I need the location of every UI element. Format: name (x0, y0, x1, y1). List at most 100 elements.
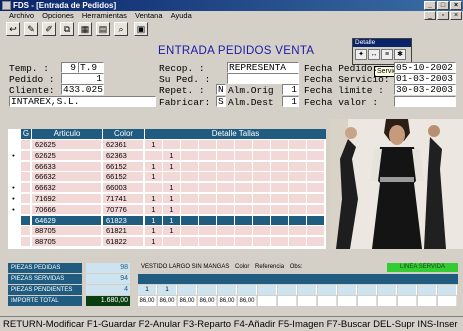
table-row[interactable]: 88705 61821 1 1 (8, 226, 326, 237)
cell-talla[interactable] (163, 237, 181, 248)
menu-herramientas[interactable]: Herramientas (79, 11, 130, 21)
cell-talla[interactable] (307, 140, 325, 150)
cell-talla[interactable] (307, 194, 325, 204)
cell-talla[interactable] (307, 237, 325, 248)
tools-icon[interactable]: ✱ (394, 49, 406, 60)
cell-talla[interactable] (289, 183, 307, 194)
cell-talla[interactable] (235, 183, 253, 194)
cell-talla[interactable] (181, 226, 199, 237)
calculator-icon[interactable]: ▦ (78, 22, 92, 36)
cell-talla[interactable] (199, 161, 217, 172)
table-row[interactable]: • 70666 70776 1 1 (8, 204, 326, 215)
cell-talla[interactable] (199, 204, 217, 215)
fecha-limite-field[interactable]: 30-03-2003 (394, 84, 456, 95)
cell-talla[interactable] (145, 150, 163, 161)
table-row[interactable]: • 71692 71741 1 1 (8, 194, 326, 204)
edit-icon[interactable]: ✎ (24, 22, 38, 36)
almorig-field[interactable]: 1 (282, 84, 299, 95)
cell-color[interactable]: 62363 (103, 150, 144, 161)
cell-talla[interactable] (253, 194, 271, 204)
cell-talla[interactable] (217, 140, 235, 150)
search-icon[interactable]: ⌕ (114, 22, 128, 36)
cell-articulo[interactable]: 66633 (32, 161, 102, 172)
child-close-button[interactable]: × (450, 11, 462, 20)
cell-talla[interactable] (181, 140, 199, 150)
cell-talla[interactable] (271, 194, 289, 204)
cell-talla[interactable] (217, 194, 235, 204)
cell-color[interactable]: 66152 (103, 161, 144, 172)
folder-icon[interactable]: ▣ (134, 22, 148, 36)
cell-articulo[interactable]: 62625 (32, 150, 102, 161)
cell-color[interactable]: 66003 (103, 183, 144, 194)
quantity-cell[interactable] (338, 285, 357, 295)
quantity-cell[interactable] (278, 285, 297, 295)
almdest-field[interactable]: 1 (282, 96, 299, 107)
cell-talla[interactable] (253, 215, 271, 226)
cell-talla[interactable] (181, 204, 199, 215)
cell-talla[interactable] (289, 140, 307, 150)
cell-talla[interactable] (181, 215, 199, 226)
cell-g[interactable] (21, 140, 31, 150)
cell-talla[interactable] (181, 150, 199, 161)
cell-color[interactable]: 61822 (103, 237, 144, 248)
cell-talla[interactable] (217, 237, 235, 248)
exit-icon[interactable]: ↩ (6, 22, 20, 36)
cell-talla[interactable] (253, 172, 271, 183)
suped-field[interactable] (227, 73, 299, 84)
cell-talla[interactable] (235, 215, 253, 226)
quantity-cell[interactable] (178, 285, 197, 295)
cell-talla[interactable] (145, 183, 163, 194)
cell-talla[interactable] (235, 204, 253, 215)
cell-talla[interactable] (307, 183, 325, 194)
cell-talla[interactable]: 1 (163, 161, 181, 172)
cell-articulo[interactable]: 64629 (32, 215, 102, 226)
quantity-cell[interactable] (398, 285, 417, 295)
cell-g[interactable] (21, 226, 31, 237)
cell-articulo[interactable]: 71692 (32, 194, 102, 204)
cell-talla[interactable]: 1 (145, 172, 163, 183)
cell-g[interactable] (21, 183, 31, 194)
cell-talla[interactable] (199, 183, 217, 194)
cell-talla[interactable] (289, 194, 307, 204)
quantity-cell[interactable] (198, 285, 217, 295)
cell-talla[interactable] (253, 161, 271, 172)
grid-header-articulo[interactable]: Articulo (32, 129, 102, 139)
cell-talla[interactable] (271, 161, 289, 172)
fabricar-field[interactable]: S (216, 96, 226, 107)
repet-field[interactable]: N (216, 84, 226, 95)
fecha-pedido-field[interactable]: 05-10-2002 (394, 62, 456, 73)
cell-talla[interactable] (199, 226, 217, 237)
cell-talla[interactable]: 1 (145, 140, 163, 150)
cell-talla[interactable] (163, 172, 181, 183)
cell-talla[interactable]: 1 (163, 150, 181, 161)
cell-talla[interactable] (235, 237, 253, 248)
cell-articulo[interactable]: 88705 (32, 237, 102, 248)
cell-color[interactable]: 61821 (103, 226, 144, 237)
cell-articulo[interactable]: 66632 (32, 183, 102, 194)
cell-talla[interactable] (235, 161, 253, 172)
cell-talla[interactable] (181, 183, 199, 194)
cell-talla[interactable]: 1 (163, 226, 181, 237)
quantity-cell[interactable] (258, 285, 277, 295)
menu-ventana[interactable]: Ventana (132, 11, 166, 21)
quantity-cell[interactable] (378, 285, 397, 295)
cell-talla[interactable] (253, 204, 271, 215)
cell-talla[interactable]: 1 (163, 194, 181, 204)
quantity-cell[interactable]: 1 (138, 285, 157, 295)
quantity-cell[interactable] (218, 285, 237, 295)
cell-color[interactable]: 71741 (103, 194, 144, 204)
table-row[interactable]: 66632 66152 1 (8, 172, 326, 183)
cell-talla[interactable] (199, 194, 217, 204)
quantity-cell[interactable] (298, 285, 317, 295)
cell-talla[interactable] (235, 140, 253, 150)
cell-talla[interactable] (289, 150, 307, 161)
recop-field[interactable]: REPRESENTA (227, 62, 299, 73)
grid-header-color[interactable]: Color (103, 129, 144, 139)
maximize-button[interactable]: □ (437, 1, 449, 10)
quantity-cell[interactable] (438, 285, 457, 295)
cell-talla[interactable] (235, 150, 253, 161)
fecha-valor-field[interactable] (394, 96, 456, 107)
quantity-cell[interactable] (238, 285, 257, 295)
minimize-button[interactable]: _ (424, 1, 436, 10)
cell-articulo[interactable]: 62625 (32, 140, 102, 150)
